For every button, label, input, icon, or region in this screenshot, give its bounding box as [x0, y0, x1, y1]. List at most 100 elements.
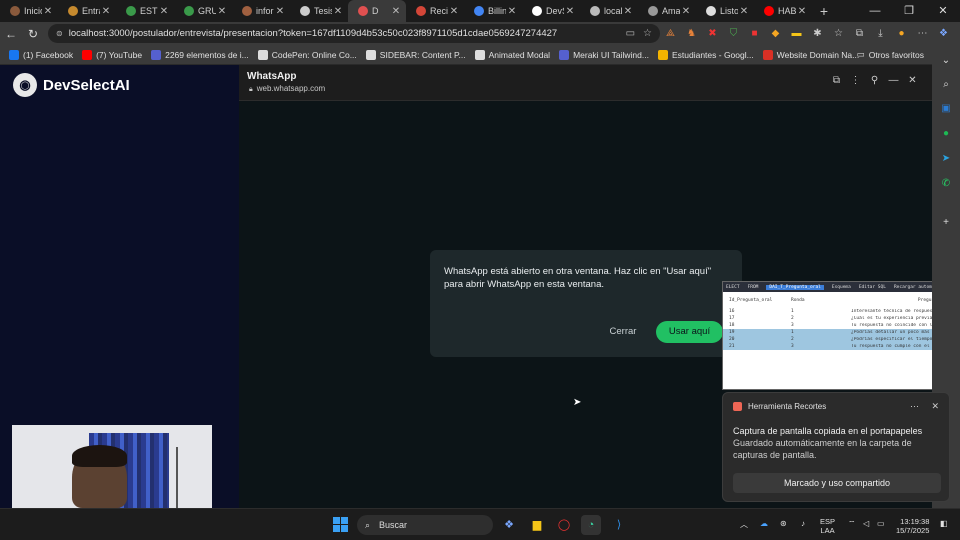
browser-tab[interactable]: D ✕ — [348, 0, 406, 22]
other-bookmarks-folder[interactable]: ▭ Otros favoritos — [857, 49, 924, 60]
sql-window-preview[interactable]: ELECT FROM DAI_T_Pregunta_oral Esquema E… — [722, 281, 950, 390]
tab-close-icon[interactable]: ✕ — [622, 6, 634, 17]
opera-icon[interactable]: ◯ — [554, 515, 574, 535]
more-menu-icon[interactable]: ⋯ — [912, 28, 933, 39]
tab-close-icon[interactable]: ✕ — [680, 6, 692, 17]
cast-icon[interactable]: ▭ — [626, 28, 635, 39]
language-indicator[interactable]: ESP LAA — [820, 517, 835, 535]
browser-tab[interactable]: localh✕ — [580, 0, 638, 22]
browser-tab[interactable]: Billing✕ — [464, 0, 522, 22]
app-logo[interactable]: ◉ DevSelectAI — [13, 73, 130, 97]
sidebar-search-icon[interactable]: ⌕ — [932, 79, 960, 90]
tab-close-icon[interactable]: ✕ — [216, 6, 228, 17]
tray-app-icon[interactable]: ⊛ — [780, 519, 787, 528]
shield-icon[interactable]: ⛉ — [723, 28, 744, 39]
browser-tab[interactable]: Entrar✕ — [58, 0, 116, 22]
edge-icon[interactable]: ◔ — [581, 515, 601, 535]
site-info-icon[interactable]: ⊜ — [56, 29, 63, 38]
battery-icon[interactable]: ▭ — [877, 519, 885, 528]
sidebar-pin-icon[interactable]: ⌄ — [932, 55, 960, 66]
lock-extension-icon[interactable]: ◆ — [765, 28, 786, 39]
outlook-icon[interactable]: ▣ — [932, 103, 960, 114]
bookmark-item[interactable]: Estudiantes - Googl... — [657, 49, 754, 60]
extension-icon[interactable]: ⟁ — [660, 28, 681, 39]
microphone-icon[interactable]: ♪ — [801, 519, 805, 528]
spotify-icon[interactable]: ● — [932, 128, 960, 139]
tab-close-icon[interactable]: ✕ — [564, 6, 576, 17]
panel-close-icon[interactable]: ✕ — [903, 75, 922, 86]
blocker-icon[interactable]: ✖ — [702, 28, 723, 39]
bookmark-item[interactable]: 2269 elementos de i... — [151, 49, 249, 60]
tab-close-icon[interactable]: ✕ — [274, 6, 286, 17]
bookmark-item[interactable]: Website Domain Na... — [762, 49, 859, 60]
new-tab-button[interactable]: + — [812, 0, 836, 22]
bookmark-item[interactable]: SIDEBAR: Content P... — [365, 49, 466, 60]
tab-close-icon[interactable]: ✕ — [738, 6, 750, 17]
notifications-icon[interactable]: ◧ — [940, 519, 948, 528]
notification-more-icon[interactable]: ⋯ — [910, 401, 919, 411]
browser-tab[interactable]: DevSe✕ — [522, 0, 580, 22]
browser-tab[interactable]: Inicio✕ — [0, 0, 58, 22]
panel-more-icon[interactable]: ⋮ — [846, 75, 865, 86]
bookmark-item[interactable]: Animated Modal — [474, 49, 550, 60]
file-explorer-icon[interactable]: ▆ — [527, 515, 547, 535]
favorites-icon[interactable]: ☆ — [828, 28, 849, 39]
wifi-icon[interactable]: ⌔ — [848, 519, 856, 529]
browser-tab[interactable]: HABL✕ — [754, 0, 812, 22]
telegram-icon[interactable]: ➤ — [932, 153, 960, 164]
start-button[interactable] — [333, 517, 348, 532]
maximize-icon[interactable]: ❐ — [892, 0, 926, 22]
pdf-icon[interactable]: ■ — [744, 28, 765, 39]
tray-overflow-icon[interactable]: ︿ — [740, 519, 748, 530]
use-here-button[interactable]: Usar aquí — [656, 321, 723, 343]
bookmark-item[interactable]: (7) YouTube — [82, 49, 142, 60]
whatsapp-icon[interactable]: ✆ — [932, 178, 960, 189]
reload-icon[interactable]: ↻ — [22, 27, 44, 41]
tab-close-icon[interactable]: ✕ — [332, 6, 344, 17]
tab-close-icon[interactable]: ✕ — [42, 6, 54, 17]
browser-tab[interactable]: Listo c✕ — [696, 0, 754, 22]
clock[interactable]: 13:19:38 15/7/2025 — [896, 517, 929, 535]
brave-icon[interactable]: ♞ — [681, 28, 702, 39]
browser-tab[interactable]: GRUP✕ — [174, 0, 232, 22]
sql-cell: 2 — [791, 316, 794, 321]
back-icon[interactable]: ← — [0, 27, 22, 41]
add-sidebar-app-icon[interactable]: + — [932, 217, 960, 228]
browser-tab[interactable]: Recibi✕ — [406, 0, 464, 22]
puzzle-icon[interactable]: ✱ — [807, 28, 828, 39]
tab-close-icon[interactable]: ✕ — [448, 6, 460, 17]
close-button[interactable]: Cerrar — [600, 321, 646, 343]
tab-close-icon[interactable]: ✕ — [100, 6, 112, 17]
copilot-icon[interactable]: ❖ — [933, 28, 954, 39]
bookmark-item[interactable]: (1) Facebook — [9, 49, 73, 60]
notification-close-icon[interactable]: ✕ — [931, 401, 939, 411]
browser-tab[interactable]: inform✕ — [232, 0, 290, 22]
browser-tab[interactable]: Tesis✕ — [290, 0, 348, 22]
taskbar-search[interactable]: ⌕ Buscar — [357, 515, 493, 535]
panel-minimize-icon[interactable]: — — [884, 75, 903, 86]
panel-actions: ⧉ ⋮ ⚲ — ✕ — [827, 75, 922, 86]
address-bar[interactable]: ⊜ localhost:3000/postulador/entrevista/p… — [48, 24, 660, 43]
browser-tab[interactable]: Amaz✕ — [638, 0, 696, 22]
browser-tab[interactable]: ESTUI✕ — [116, 0, 174, 22]
bookmark-star-icon[interactable]: ☆ — [643, 28, 652, 39]
tab-close-icon[interactable]: ✕ — [158, 6, 170, 17]
open-external-icon[interactable]: ⧉ — [827, 75, 846, 86]
volume-icon[interactable]: ◁ — [863, 519, 869, 528]
pin-icon[interactable]: ⚲ — [865, 75, 884, 86]
minimize-icon[interactable]: — — [858, 0, 892, 22]
bookmark-item[interactable]: CodePen: Online Co... — [257, 49, 357, 60]
onedrive-icon[interactable]: ☁ — [760, 519, 768, 528]
collections-icon[interactable]: ⧉ — [849, 28, 870, 39]
vscode-icon[interactable]: ⟩ — [609, 515, 629, 535]
tab-close-icon[interactable]: ✕ — [506, 6, 518, 17]
close-icon[interactable]: ✕ — [926, 0, 960, 22]
profile-avatar[interactable]: ● — [891, 28, 912, 39]
markup-share-button[interactable]: Marcado y uso compartido — [733, 473, 941, 493]
download-icon[interactable]: ⤓ — [870, 28, 891, 39]
copilot-taskbar-icon[interactable]: ❖ — [499, 515, 519, 535]
tab-close-icon[interactable]: ✕ — [390, 6, 402, 17]
bookmark-item[interactable]: Meraki UI Tailwind... — [559, 49, 649, 60]
tab-close-icon[interactable]: ✕ — [796, 6, 808, 17]
note-extension-icon[interactable]: ▬ — [786, 28, 807, 39]
